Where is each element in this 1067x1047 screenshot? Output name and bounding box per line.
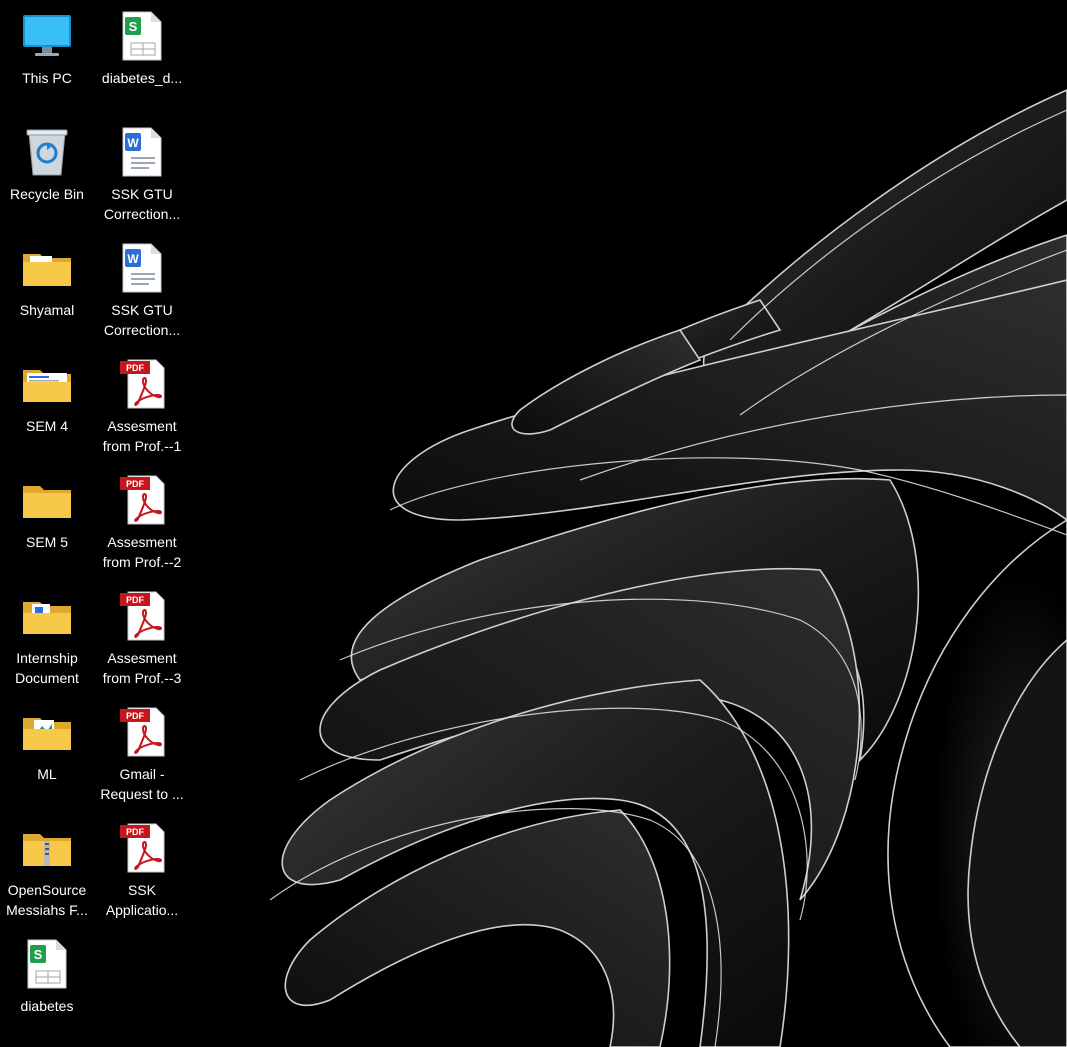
icon-label: SSK GTU Correction... <box>103 186 181 222</box>
icon-label: OpenSource Messiahs F... <box>6 882 88 918</box>
icon-label: Assesment from Prof.--2 <box>102 534 182 570</box>
icon-label: SEM 4 <box>25 418 68 434</box>
icon-label: SEM 5 <box>25 534 68 550</box>
pdf-badge-text: PDF <box>126 479 145 489</box>
desktop-icon-recycle-bin[interactable]: Recycle Bin <box>1 118 93 230</box>
pdf-file-icon: PDF <box>116 822 168 874</box>
icon-label: diabetes <box>20 998 74 1014</box>
icon-label: Gmail - Request to ... <box>100 766 184 802</box>
folder-icon <box>21 590 73 642</box>
desktop-icon-shyamal[interactable]: Shyamal <box>1 234 93 346</box>
icon-label: Internship Document <box>15 650 79 686</box>
recycle-bin-icon <box>21 126 73 178</box>
folder-icon <box>21 242 73 294</box>
svg-text:W: W <box>127 252 139 266</box>
pdf-badge-text: PDF <box>126 595 145 605</box>
icon-label: Assesment from Prof.--3 <box>102 650 182 686</box>
desktop-icon-ml[interactable]: ML <box>1 698 93 810</box>
desktop-icon-internship-document[interactable]: Internship Document <box>1 582 93 694</box>
icon-label: SSK GTU Correction... <box>103 302 181 338</box>
desktop-icon-diabetes-d[interactable]: S diabetes_d... <box>96 2 188 114</box>
pdf-file-icon: PDF <box>116 706 168 758</box>
icon-label: ML <box>37 766 57 782</box>
desktop-icon-assesment-1[interactable]: PDF Assesment from Prof.--1 <box>96 350 188 462</box>
icon-label: Assesment from Prof.--1 <box>102 418 182 454</box>
pdf-badge-text: PDF <box>126 711 145 721</box>
spreadsheet-file-icon: S <box>21 938 73 990</box>
word-document-icon: W <box>116 242 168 294</box>
desktop-icon-diabetes[interactable]: S diabetes <box>1 930 93 1042</box>
desktop-icon-assesment-2[interactable]: PDF Assesment from Prof.--2 <box>96 466 188 578</box>
svg-text:S: S <box>129 19 138 34</box>
desktop-icon-sem5[interactable]: SEM 5 <box>1 466 93 578</box>
pdf-badge-text: PDF <box>126 363 145 373</box>
icon-label: This PC <box>22 70 72 86</box>
pdf-file-icon: PDF <box>116 474 168 526</box>
desktop-icon-opensource-messiahs[interactable]: OpenSource Messiahs F... <box>1 814 93 926</box>
svg-text:W: W <box>127 136 139 150</box>
desktop-icon-ssk-application[interactable]: PDF SSK Applicatio... <box>96 814 188 926</box>
desktop-icon-this-pc[interactable]: This PC <box>1 2 93 114</box>
pdf-badge-text: PDF <box>126 827 145 837</box>
icon-label: SSK Applicatio... <box>105 882 179 918</box>
icon-label: Shyamal <box>19 302 75 318</box>
icon-label: Recycle Bin <box>10 186 84 202</box>
icon-label: diabetes_d... <box>101 70 183 86</box>
computer-monitor-icon <box>21 10 73 62</box>
desktop-icon-ssk-gtu-correction-1[interactable]: W SSK GTU Correction... <box>96 118 188 230</box>
desktop-icon-sem4[interactable]: SEM 4 <box>1 350 93 462</box>
pdf-file-icon: PDF <box>116 358 168 410</box>
svg-text:S: S <box>34 947 43 962</box>
word-document-icon: W <box>116 126 168 178</box>
desktop-icon-assesment-3[interactable]: PDF Assesment from Prof.--3 <box>96 582 188 694</box>
desktop-icon-gmail-request[interactable]: PDF Gmail - Request to ... <box>96 698 188 810</box>
folder-icon <box>21 706 73 758</box>
zip-folder-icon <box>21 822 73 874</box>
folder-icon <box>21 474 73 526</box>
pdf-file-icon: PDF <box>116 590 168 642</box>
folder-icon <box>21 358 73 410</box>
spreadsheet-file-icon: S <box>116 10 168 62</box>
desktop-icon-ssk-gtu-correction-2[interactable]: W SSK GTU Correction... <box>96 234 188 346</box>
